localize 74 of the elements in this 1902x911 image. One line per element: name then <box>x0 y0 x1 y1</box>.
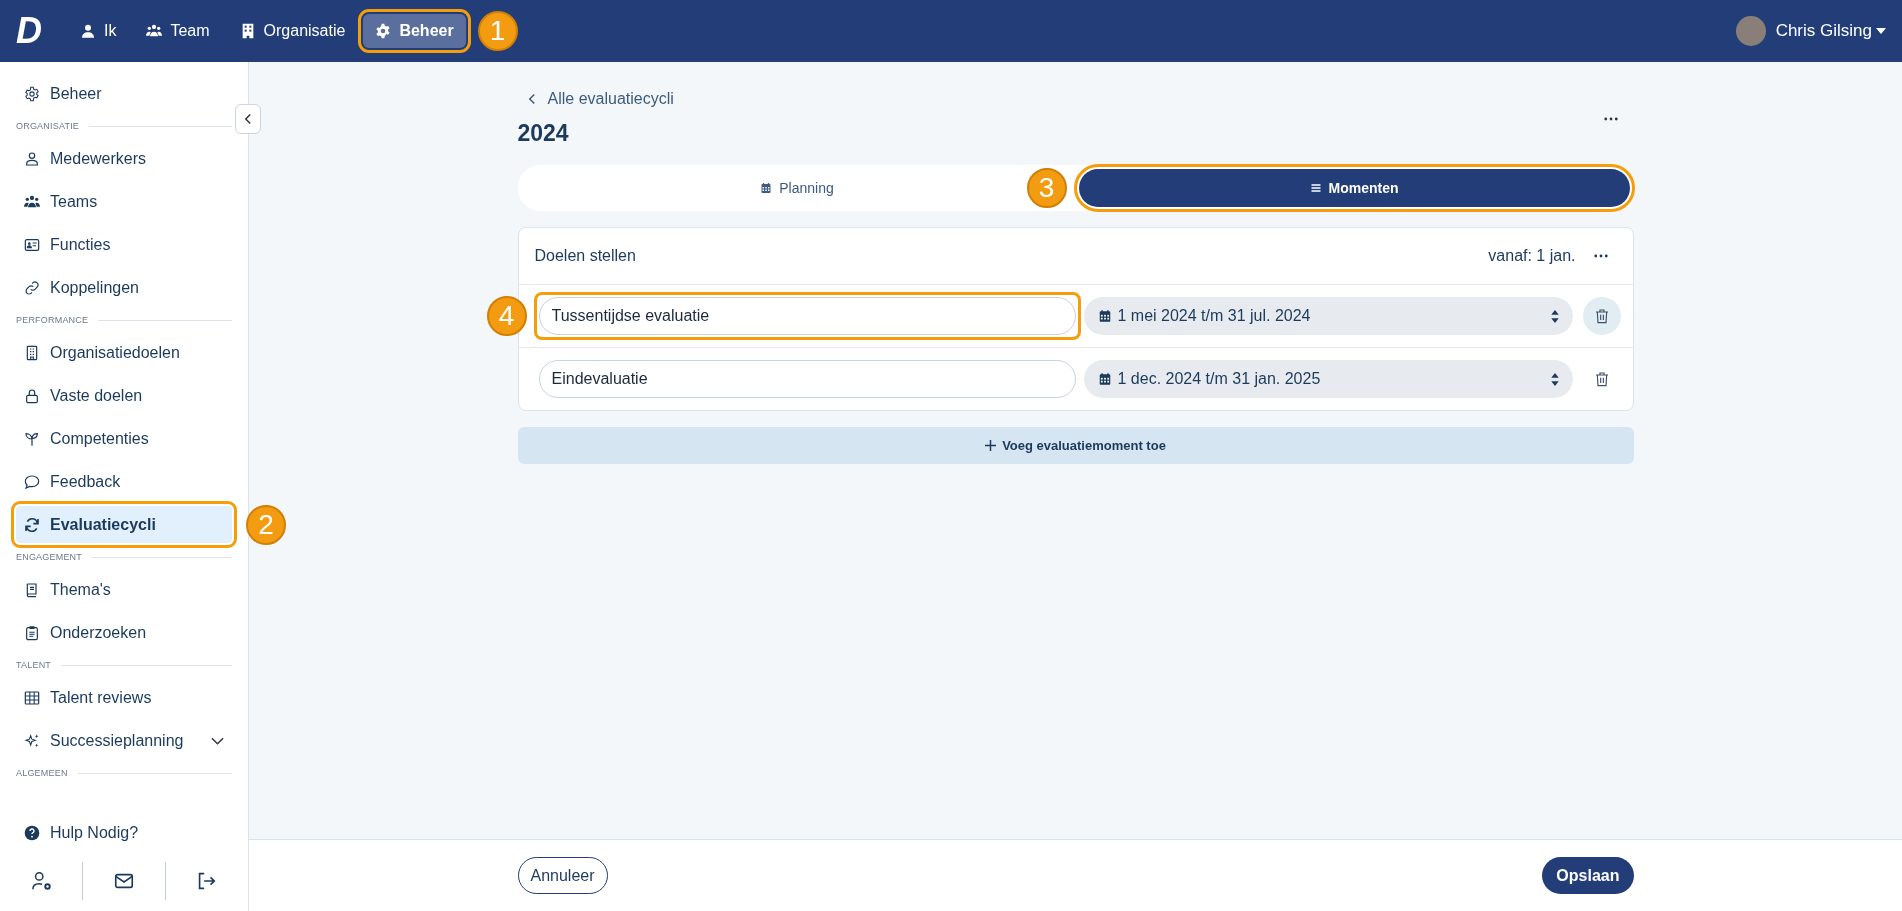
sidebar-item[interactable]: Teams <box>16 183 232 220</box>
section-label: PERFORMANCE <box>16 315 89 325</box>
user-menu[interactable]: Chris Gilsing <box>1735 16 1886 46</box>
settings-icon <box>375 23 392 39</box>
calendar-icon <box>1097 309 1112 323</box>
people-icon <box>24 193 40 210</box>
plus-icon <box>985 440 997 451</box>
trash-icon <box>1593 371 1610 387</box>
sidebar-item[interactable]: Medewerkers <box>16 140 232 177</box>
page-title: 2024 <box>517 120 570 147</box>
person-icon <box>80 23 96 39</box>
add-moment-button[interactable]: Voeg evaluatiemoment toe <box>517 427 1634 464</box>
help-icon <box>24 824 40 841</box>
nav-tab[interactable]: Team <box>134 14 222 48</box>
collapse-button[interactable] <box>235 104 261 134</box>
sidebar-item[interactable]: Talent reviews <box>16 679 232 716</box>
chat-bubble-icon <box>24 473 40 490</box>
list-icon <box>1309 182 1322 194</box>
callout-badge: 4 <box>486 296 527 336</box>
section-label: ENGAGEMENT <box>16 552 82 562</box>
refresh-icon <box>24 516 40 533</box>
chevron-left-icon <box>527 93 536 105</box>
avatar-placeholder <box>1735 16 1766 46</box>
chevron-left-icon <box>244 113 252 125</box>
sidebar-item[interactable]: Feedback <box>16 463 232 500</box>
back-link[interactable]: Alle evaluatiecycli <box>527 90 674 108</box>
moment-name-field[interactable]: Eindevaluatie <box>538 360 1076 398</box>
cancel-button[interactable]: Annuleer <box>517 857 608 894</box>
period-select[interactable]: 1 dec. 2024 t/m 31 jan. 2025 <box>1083 360 1573 398</box>
phase-title: Doelen stellen <box>534 247 637 265</box>
building-icon <box>24 344 40 361</box>
section-label: ALGEMEEN <box>16 768 68 778</box>
calendar-icon <box>1097 372 1112 386</box>
trash-icon <box>1593 308 1610 324</box>
link-icon <box>24 279 40 296</box>
sidebar-item[interactable]: Competenties <box>16 420 232 457</box>
book-icon <box>24 581 40 598</box>
more-icon[interactable] <box>1603 116 1618 121</box>
clipboard-icon <box>24 624 40 641</box>
id-card-icon <box>24 236 40 253</box>
lock-icon <box>24 387 40 404</box>
sidebar-item[interactable]: Koppelingen <box>16 269 232 306</box>
nav-tab[interactable]: Organisatie <box>227 14 358 48</box>
caret-icon <box>1876 28 1886 34</box>
people-icon <box>146 23 163 39</box>
moment-name-field[interactable]: Tussentijdse evaluatie <box>538 297 1076 335</box>
sort-arrows-icon <box>1550 372 1559 386</box>
save-button[interactable]: Opslaan <box>1542 857 1634 894</box>
callout-badge: 3 <box>1026 168 1067 208</box>
callout-badge: 1 <box>477 11 518 51</box>
more-icon[interactable] <box>1593 254 1608 258</box>
sidebar-item[interactable]: Vaste doelen <box>16 377 232 414</box>
phase-start: vanaf: 1 jan. <box>1488 247 1576 265</box>
user-settings-icon[interactable] <box>30 870 53 892</box>
sparkle-icon <box>24 732 40 749</box>
sprout-icon <box>24 430 40 447</box>
app-logo[interactable]: D <box>16 10 42 52</box>
sidebar-item[interactable]: Successieplanning <box>16 722 232 759</box>
section-label: ORGANISATIE <box>16 121 80 131</box>
period-select[interactable]: 1 mei 2024 t/m 31 jul. 2024 <box>1083 297 1573 335</box>
grid-icon <box>24 689 40 706</box>
settings-icon <box>24 85 40 102</box>
delete-button[interactable] <box>1582 297 1621 335</box>
sidebar-item[interactable]: Organisatiedoelen <box>16 334 232 371</box>
sidebar-item[interactable]: Onderzoeken <box>16 614 232 651</box>
calendar-icon <box>760 182 773 194</box>
help-link[interactable]: Hulp Nodig? <box>16 814 232 851</box>
nav-tab[interactable]: Ik <box>68 14 129 48</box>
sort-arrows-icon <box>1550 309 1559 323</box>
sidebar-item[interactable]: Thema's <box>16 571 232 608</box>
section-label: TALENT <box>16 660 52 670</box>
sidebar-item[interactable]: Functies <box>16 226 232 263</box>
person-icon <box>24 150 40 167</box>
sidebar-item[interactable]: Beheer <box>16 75 232 112</box>
